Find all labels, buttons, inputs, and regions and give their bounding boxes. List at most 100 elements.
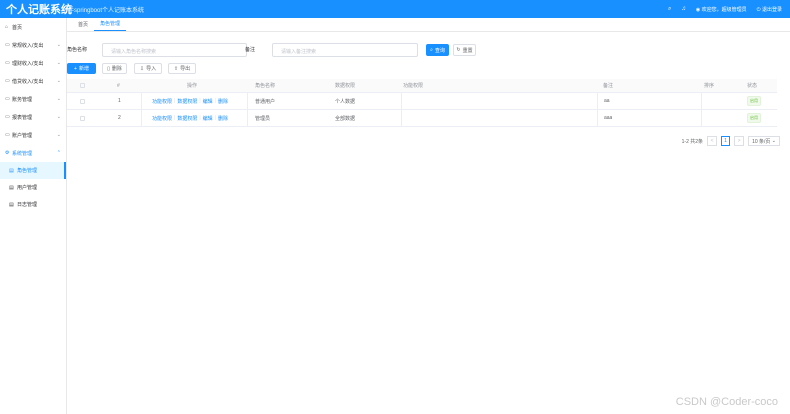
bell-icon[interactable]: ♫: [681, 6, 686, 12]
plus-icon: +: [74, 65, 77, 72]
col-remark: 备注: [603, 83, 614, 89]
checkbox[interactable]: [80, 115, 85, 121]
column-divider: [247, 93, 248, 109]
remark-label: 备注: [245, 47, 256, 53]
home-icon: ⌂: [5, 24, 9, 30]
column-divider: [701, 110, 702, 126]
row-role-name: 管理员: [255, 115, 271, 122]
toolbar: + 新增 ▯ 删除 ⇩ 导入 ⇧ 导出: [67, 63, 790, 74]
sidebar-subitem-roles[interactable]: ▤ 角色管理: [0, 162, 66, 179]
add-button-label: 新增: [78, 66, 89, 72]
chevron-down-icon: ⌄: [56, 60, 61, 66]
table-header: # 操作 角色名称 数据权限 功能权限 备注 排序 状态: [67, 79, 777, 93]
row-checkbox[interactable]: [80, 93, 85, 109]
row-status: 启用: [747, 110, 761, 126]
add-button[interactable]: + 新增: [67, 63, 96, 74]
import-button[interactable]: ⇩ 导入: [134, 63, 162, 74]
role-table: # 操作 角色名称 数据权限 功能权限 备注 排序 状态 1 功能权限 | 数据权…: [67, 79, 777, 127]
col-sort[interactable]: 排序: [704, 79, 714, 92]
sidebar-subitem-label: 角色管理: [17, 168, 38, 174]
column-divider: [597, 93, 598, 109]
export-button-label: 导出: [180, 66, 191, 72]
delete-button[interactable]: ▯ 删除: [102, 63, 127, 74]
logout-label: 退出登录: [761, 6, 782, 13]
sidebar-item-accounts[interactable]: ▭ 账户管理 ⌄: [0, 126, 66, 144]
table-row[interactable]: 1 功能权限 | 数据权限 | 编辑 | 删除 普通用户 个人数据 aa 启用: [67, 93, 777, 110]
folder-icon: ▭: [5, 60, 10, 66]
sidebar-item-regular[interactable]: ▭ 常规收入/支出 ⌄: [0, 36, 66, 54]
page-size-select[interactable]: 10 条/页 ⌄: [748, 136, 780, 146]
app-subtitle: 手springboot个人记账本系统: [68, 7, 145, 14]
role-name-input[interactable]: 请输入角色名称搜索: [102, 43, 247, 57]
sidebar-item-label: 常规收入/支出: [12, 42, 44, 49]
export-button[interactable]: ⇧ 导出: [168, 63, 196, 74]
col-status: 状态: [747, 83, 758, 89]
search-icon: ⌕: [430, 47, 433, 53]
folder-icon: ▭: [5, 114, 10, 120]
main-content: 角色名称 请输入角色名称搜索 备注 请输入备注搜索 ⌕ 查询 ↻ 重置 + 新增 ▯ 删…: [67, 32, 790, 414]
data-permission-link[interactable]: 数据权限: [177, 98, 197, 105]
row-operations: 功能权限 | 数据权限 | 编辑 | 删除: [152, 115, 228, 122]
status-badge: 启用: [747, 113, 761, 123]
col-menu-permission[interactable]: 功能权限: [403, 79, 423, 92]
sidebar-subitem-logs[interactable]: ▤ 日志管理: [0, 196, 66, 213]
sidebar-item-finance[interactable]: ▭ 理财收入/支出 ⌄: [0, 54, 66, 72]
import-button-label: 导入: [146, 66, 157, 72]
data-permission-link[interactable]: 数据权限: [177, 115, 197, 122]
menu-permission-link[interactable]: 功能权限: [152, 98, 172, 105]
tab-bar: 首页 角色管理: [67, 18, 790, 32]
sidebar: ⌂ 首页 ▭ 常规收入/支出 ⌄ ▭ 理财收入/支出 ⌄ ▭ 借贷收入/支出 ⌄ ▭ 账务管理 ⌄…: [0, 18, 67, 414]
row-status: 启用: [747, 93, 761, 109]
sidebar-item-label: 首页: [12, 24, 23, 31]
next-page-button[interactable]: >: [734, 136, 745, 146]
top-header: 个人记账系统 手springboot个人记账本系统 ⌕ ♫ ◉ 欢迎您，超级管理…: [0, 0, 790, 18]
sidebar-subitem-label: 日志管理: [17, 202, 38, 208]
edit-link[interactable]: 编辑: [203, 115, 213, 122]
col-data-permission[interactable]: 数据权限: [335, 79, 355, 92]
menu-permission-link[interactable]: 功能权限: [152, 115, 172, 122]
col-role-name[interactable]: 角色名称: [255, 79, 275, 92]
remark-input[interactable]: 请输入备注搜索: [272, 43, 418, 57]
sidebar-item-label: 理财收入/支出: [12, 60, 44, 67]
row-checkbox[interactable]: [80, 110, 85, 126]
sidebar-subitem-users[interactable]: ▤ 用户管理: [0, 179, 66, 196]
search-button[interactable]: ⌕ 查询: [426, 44, 449, 56]
row-operations: 功能权限 | 数据权限 | 编辑 | 删除: [152, 98, 228, 105]
chevron-down-icon: ⌄: [771, 138, 776, 144]
reset-icon: ↻: [456, 47, 461, 53]
checkbox[interactable]: [80, 98, 85, 104]
col-operations: 操作: [187, 83, 198, 89]
delete-link[interactable]: 删除: [218, 98, 228, 105]
sidebar-item-loan[interactable]: ▭ 借贷收入/支出 ⌄: [0, 72, 66, 90]
list-icon: ▤: [9, 167, 14, 174]
trash-icon: ▯: [107, 65, 110, 72]
table-row[interactable]: 2 功能权限 | 数据权限 | 编辑 | 删除 管理员 全部数据 aaa 启用: [67, 110, 777, 127]
tab-role-management[interactable]: 角色管理: [94, 20, 127, 31]
logout-button[interactable]: ⏻ 退出登录: [757, 6, 782, 13]
column-divider: [141, 110, 142, 126]
sidebar-item-accounting[interactable]: ▭ 账务管理 ⌄: [0, 90, 66, 108]
search-button-label: 查询: [434, 47, 445, 54]
search-icon[interactable]: ⌕: [668, 6, 671, 13]
watermark: CSDN @Coder-coco: [675, 396, 778, 408]
column-divider: [401, 93, 402, 109]
reset-button[interactable]: ↻ 重置: [453, 44, 476, 56]
import-icon: ⇩: [139, 65, 145, 72]
sidebar-item-reports[interactable]: ▭ 报表管理 ⌄: [0, 108, 66, 126]
select-all-checkbox[interactable]: [80, 79, 85, 92]
folder-icon: ▭: [5, 42, 10, 48]
row-index: 2: [118, 115, 121, 121]
user-menu[interactable]: ◉ 欢迎您，超级管理员: [696, 6, 747, 13]
delete-link[interactable]: 删除: [218, 115, 228, 122]
export-icon: ⇧: [173, 65, 179, 72]
checkbox[interactable]: [80, 83, 85, 88]
prev-page-button[interactable]: <: [707, 136, 718, 146]
column-divider: [141, 93, 142, 109]
tab-home[interactable]: 首页: [72, 21, 94, 31]
page-number-button[interactable]: 1: [721, 136, 731, 146]
row-remark: aa: [604, 98, 610, 104]
page-size-value: 10 条/页: [752, 138, 771, 145]
sidebar-item-home[interactable]: ⌂ 首页: [0, 18, 66, 36]
sidebar-item-system[interactable]: ⚙ 系统管理 ⌃: [0, 144, 66, 162]
edit-link[interactable]: 编辑: [203, 98, 213, 105]
